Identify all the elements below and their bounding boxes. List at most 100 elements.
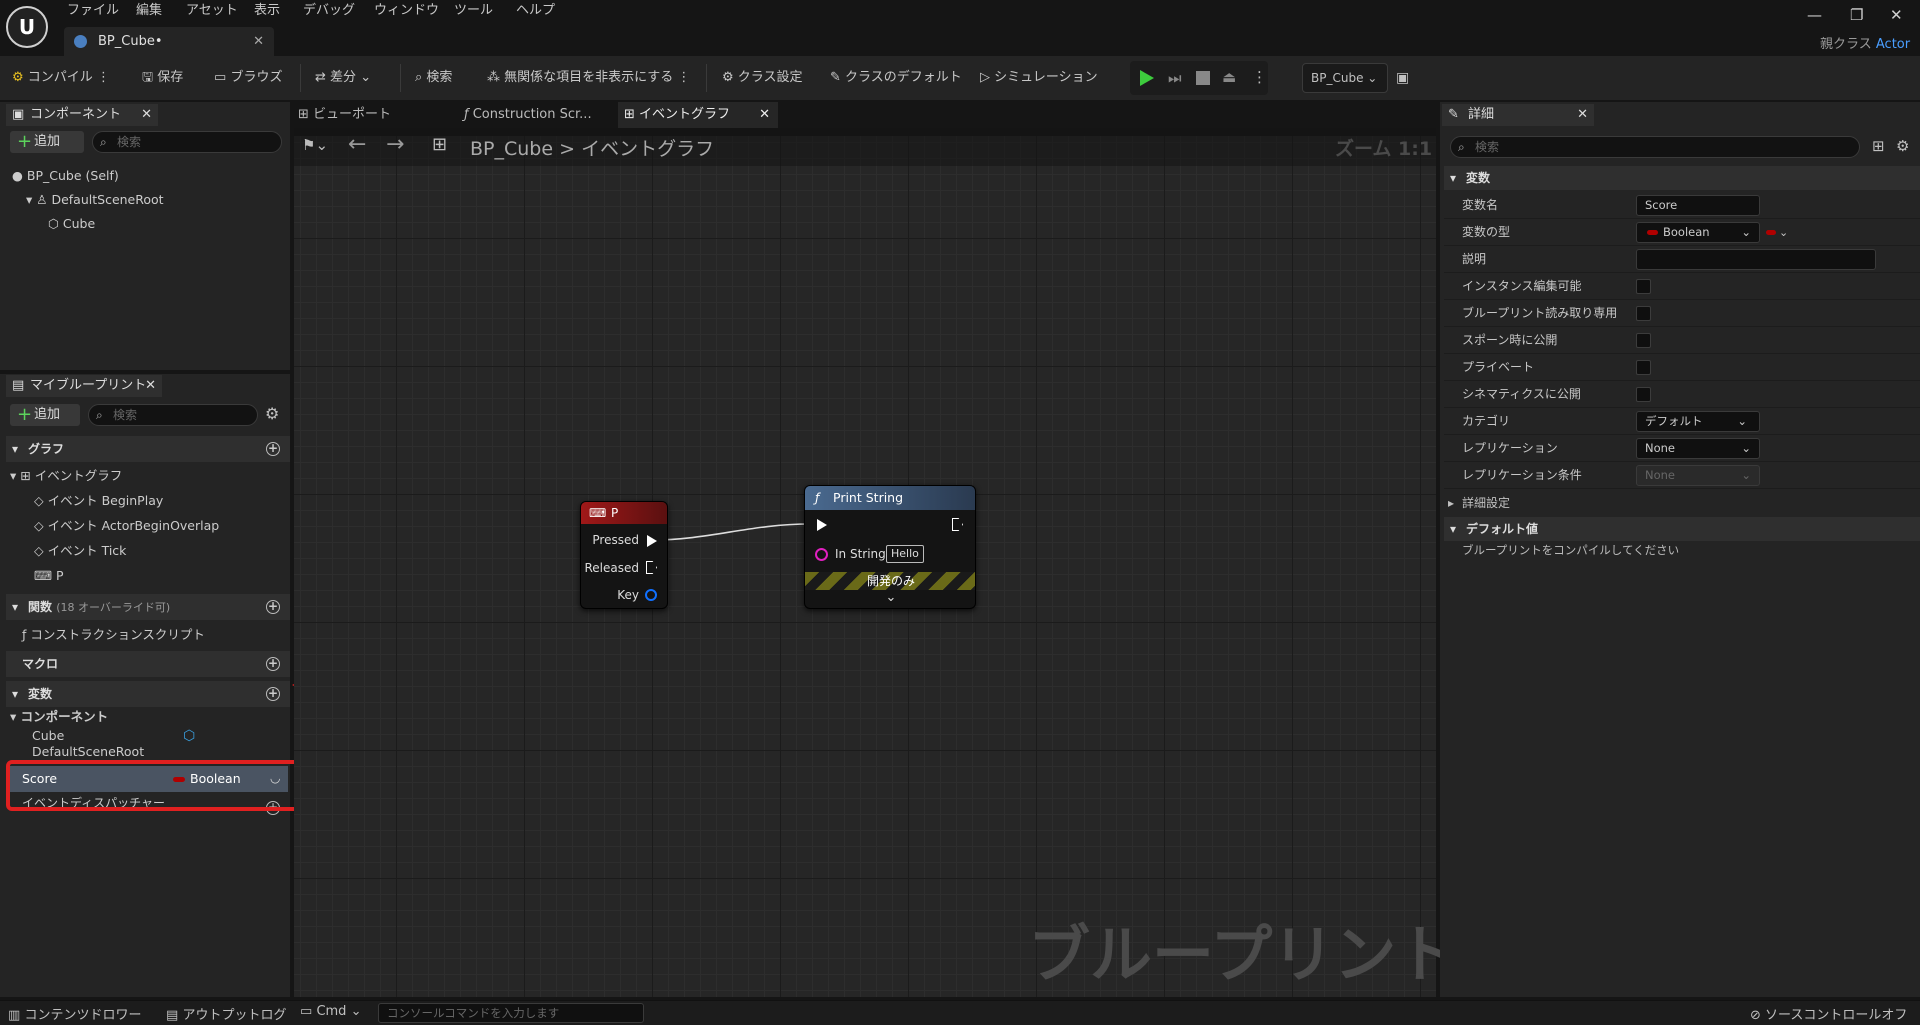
my-blueprint-tab[interactable]: ▤ マイブループリント ✕ — [6, 375, 162, 397]
event-graph-item[interactable]: ▾ ⊞ イベントグラフ — [10, 464, 122, 488]
debug-filter-icon[interactable]: ▣ — [1396, 70, 1409, 86]
component-search-input[interactable]: ⌕ 検索 — [92, 131, 282, 153]
add-graph-icon[interactable]: + — [266, 442, 280, 456]
variable-name-input[interactable]: Score — [1636, 195, 1760, 216]
tab-event-graph[interactable]: ⊞ イベントグラフ ✕ — [618, 102, 778, 128]
menu-edit[interactable]: 編集 — [136, 0, 162, 22]
macros-section-header[interactable]: マクロ + — [6, 651, 290, 677]
components-tab[interactable]: ▣ コンポーネント ✕ — [6, 104, 158, 126]
play-icon[interactable] — [1140, 70, 1154, 86]
in-string-input[interactable]: Hello — [886, 545, 924, 563]
close-tab-icon[interactable]: ✕ — [253, 27, 264, 56]
close-icon[interactable]: ✕ — [759, 102, 770, 128]
tree-item-cube[interactable]: ⬡ Cube — [48, 212, 95, 236]
unreal-logo-icon[interactable]: U — [6, 6, 48, 48]
bookmark-icon[interactable]: ⚑⌄ — [302, 136, 328, 154]
add-component-button[interactable]: + 追加 — [10, 131, 84, 153]
advanced-section-header[interactable]: ▸ 詳細設定 — [1444, 490, 1920, 516]
class-defaults-button[interactable]: ✎ クラスのデフォルト — [830, 56, 962, 100]
play-options-icon[interactable]: ⋮ — [1252, 68, 1267, 86]
close-icon[interactable]: ✕ — [145, 375, 156, 397]
tab-construction-script[interactable]: ƒ Construction Scr... — [464, 102, 592, 128]
chevron-down-icon[interactable]: ⌄ — [1779, 219, 1788, 246]
variable-section-header[interactable]: ▾ 変数 — [1444, 166, 1920, 190]
construction-script-item[interactable]: ƒ コンストラクションスクリプト — [22, 623, 205, 647]
add-member-button[interactable]: + 追加 — [10, 404, 80, 426]
details-tab[interactable]: ✎ 詳細 ✕ — [1442, 104, 1594, 126]
tree-item-root[interactable]: ▾ ♙ DefaultSceneRoot — [26, 188, 164, 212]
stop-icon[interactable] — [1196, 71, 1210, 85]
released-exec-pin[interactable] — [646, 561, 657, 574]
diff-button[interactable]: ⇄ 差分 ⌄ — [315, 56, 371, 100]
content-drawer-button[interactable]: ▥ コンテンツドロワー — [8, 1004, 141, 1023]
settings-gear-icon[interactable]: ⚙ — [265, 404, 279, 423]
event-overlap-item[interactable]: ◇ イベント ActorBeginOverlap — [34, 514, 219, 538]
parent-class-value[interactable]: Actor — [1876, 37, 1910, 52]
menu-debug[interactable]: デバッグ — [303, 0, 355, 22]
minimize-icon[interactable]: — — [1807, 6, 1822, 24]
details-search-input[interactable]: ⌕ 検索 — [1450, 136, 1860, 158]
menu-window[interactable]: ウィンドウ — [374, 0, 439, 22]
variables-section-header[interactable]: ▾ 変数 + — [6, 681, 290, 707]
menu-file[interactable]: ファイル — [67, 0, 119, 22]
default-value-section-header[interactable]: ▾ デフォルト値 — [1444, 517, 1920, 541]
expose-on-spawn-checkbox[interactable] — [1636, 333, 1651, 348]
private-checkbox[interactable] — [1636, 360, 1651, 375]
close-icon[interactable]: ✕ — [1577, 104, 1588, 126]
menu-help[interactable]: ヘルプ — [516, 0, 555, 22]
simulation-button[interactable]: ▷ シミュレーション — [980, 56, 1098, 100]
blueprint-readonly-checkbox[interactable] — [1636, 306, 1651, 321]
menu-tools[interactable]: ツール — [454, 0, 493, 22]
print-exec-out-pin[interactable] — [952, 518, 963, 531]
graphs-section-header[interactable]: ▾ グラフ + — [6, 436, 290, 462]
source-control-button[interactable]: ⊘ ソースコントロールオフ — [1750, 1004, 1907, 1023]
restore-icon[interactable]: ❐ — [1850, 6, 1863, 24]
compile-options-icon[interactable]: ⋮ — [97, 70, 110, 85]
class-settings-button[interactable]: ⚙ クラス設定 — [722, 56, 803, 100]
variable-type-select[interactable]: Boolean ⌄ — [1636, 222, 1760, 243]
event-tick-item[interactable]: ◇ イベント Tick — [34, 539, 126, 563]
print-string-node[interactable]: ƒ Print String In String Hello 開発のみ ⌄ — [804, 485, 976, 609]
key-struct-pin[interactable] — [645, 589, 657, 601]
settings-gear-icon[interactable]: ⚙ — [1896, 137, 1909, 155]
string-pin[interactable] — [815, 548, 828, 561]
menu-asset[interactable]: アセット — [186, 0, 238, 22]
event-beginplay-item[interactable]: ◇ イベント BeginPlay — [34, 489, 163, 513]
back-arrow-icon[interactable]: ← — [348, 132, 366, 157]
container-type-icon[interactable] — [1766, 230, 1776, 235]
cmd-select[interactable]: ▭ Cmd ⌄ — [300, 1004, 361, 1019]
input-key-node[interactable]: ⌨ P Pressed Released Key — [580, 501, 668, 609]
close-window-icon[interactable]: ✕ — [1890, 6, 1903, 24]
print-exec-in-pin[interactable] — [817, 519, 827, 531]
menu-view[interactable]: 表示 — [254, 0, 280, 22]
add-macro-icon[interactable]: + — [266, 657, 280, 671]
breadcrumb-graph[interactable]: イベントグラフ — [581, 138, 714, 160]
description-input[interactable] — [1636, 249, 1876, 270]
browse-button[interactable]: ▭ ブラウズ — [214, 56, 282, 100]
variable-default-scene-root[interactable]: DefaultSceneRoot — [32, 745, 144, 757]
console-input[interactable]: コンソールコマンドを入力します — [378, 1003, 644, 1023]
instance-editable-checkbox[interactable] — [1636, 279, 1651, 294]
functions-section-header[interactable]: ▾ 関数 (18 オーバーライド可) + — [6, 594, 290, 620]
forward-arrow-icon[interactable]: → — [386, 132, 404, 157]
save-button[interactable]: 🖫 保存 — [142, 56, 183, 100]
tree-item-self[interactable]: ● BP_Cube (Self) — [12, 164, 119, 188]
replication-select[interactable]: None ⌄ — [1636, 438, 1760, 459]
breadcrumb-blueprint[interactable]: BP_Cube — [470, 138, 553, 160]
add-function-icon[interactable]: + — [266, 600, 280, 614]
key-event-item[interactable]: ⌨ P — [34, 564, 64, 588]
eject-icon[interactable]: ⏏ — [1222, 68, 1236, 86]
compile-button[interactable]: ⚙ コンパイル ⋮ — [12, 56, 110, 100]
blueprint-search-input[interactable]: ⌕ 検索 — [88, 404, 258, 426]
output-log-button[interactable]: ▤ アウトプットログ — [166, 1004, 286, 1023]
tab-viewport[interactable]: ⊞ ビューポート — [298, 102, 391, 128]
debug-object-select[interactable]: BP_Cube ⌄ — [1302, 63, 1388, 93]
close-icon[interactable]: ✕ — [141, 104, 152, 126]
property-matrix-icon[interactable]: ⊞ — [1872, 137, 1885, 155]
hide-unrelated-button[interactable]: ⁂ 無関係な項目を非表示にする ⋮ — [487, 56, 690, 100]
add-variable-icon[interactable]: + — [266, 687, 280, 701]
expose-cinematics-checkbox[interactable] — [1636, 387, 1651, 402]
step-icon[interactable]: ⏭ — [1168, 69, 1182, 87]
expand-chevron-icon[interactable]: ⌄ — [805, 590, 975, 605]
document-tab[interactable]: BP_Cube• ✕ — [64, 27, 274, 56]
